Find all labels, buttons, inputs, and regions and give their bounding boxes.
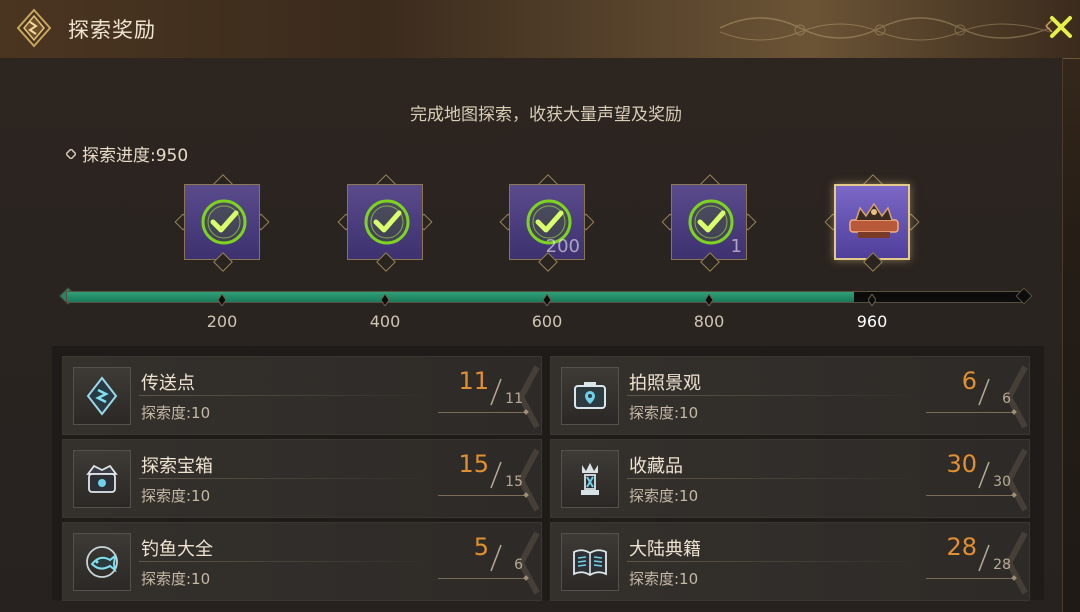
category-current-count: 15 bbox=[458, 450, 489, 478]
progress-tick-label: 800 bbox=[693, 312, 725, 331]
progress-tick-label: 600 bbox=[531, 312, 563, 331]
progress-tick-label: 400 bbox=[369, 312, 401, 331]
category-current-count: 11 bbox=[458, 367, 489, 395]
milestone-reward-400[interactable] bbox=[337, 174, 433, 272]
slash-divider bbox=[978, 378, 990, 406]
camera-location-icon bbox=[561, 367, 619, 425]
progress-bar-fill bbox=[67, 292, 855, 302]
reward-quantity: 1 bbox=[730, 236, 742, 257]
progress-text: 探索进度:950 bbox=[82, 146, 189, 166]
open-book-icon bbox=[561, 533, 619, 591]
progress-tick bbox=[704, 291, 714, 307]
category-card[interactable]: 探索宝箱 探索度:10 15 15 bbox=[62, 439, 542, 518]
progress-tick-label: 960 bbox=[856, 312, 888, 331]
divider bbox=[627, 478, 927, 479]
progress-tick bbox=[217, 291, 227, 307]
divider bbox=[139, 478, 439, 479]
category-card[interactable]: 钓鱼大全 探索度:10 5 6 bbox=[62, 522, 542, 601]
slash-divider bbox=[490, 461, 502, 489]
divider bbox=[139, 395, 439, 396]
category-exploration-value: 探索度:10 bbox=[629, 404, 699, 422]
category-name: 探索宝箱 bbox=[141, 456, 213, 477]
card-ornament bbox=[517, 365, 540, 429]
slash-divider bbox=[978, 544, 990, 572]
category-current-count: 30 bbox=[946, 450, 977, 478]
category-card[interactable]: 拍照景观 探索度:10 6 6 bbox=[550, 356, 1030, 435]
treasure-chest-icon bbox=[73, 450, 131, 508]
divider bbox=[139, 561, 439, 562]
card-ornament bbox=[517, 448, 540, 512]
category-exploration-value: 探索度:10 bbox=[141, 570, 211, 588]
frame-decoration-icon bbox=[849, 202, 899, 238]
progress-tick bbox=[867, 291, 877, 307]
card-ornament bbox=[517, 531, 540, 595]
progress-tick bbox=[380, 291, 390, 307]
slash-divider bbox=[978, 461, 990, 489]
window-title: 探索奖励 bbox=[68, 18, 156, 42]
category-exploration-value: 探索度:10 bbox=[629, 570, 699, 588]
milestone-reward-600[interactable]: 200 bbox=[499, 174, 595, 272]
slash-divider bbox=[490, 544, 502, 572]
divider bbox=[627, 561, 927, 562]
title-bar: 探索奖励 bbox=[0, 0, 1080, 59]
claimed-check-icon bbox=[688, 199, 734, 245]
claimed-check-icon bbox=[364, 199, 410, 245]
category-exploration-value: 探索度:10 bbox=[141, 404, 211, 422]
category-card[interactable]: 传送点 探索度:10 11 11 bbox=[62, 356, 542, 435]
category-exploration-value: 探索度:10 bbox=[629, 487, 699, 505]
category-current-count: 5 bbox=[473, 533, 489, 561]
category-current-count: 28 bbox=[946, 533, 977, 561]
category-exploration-value: 探索度:10 bbox=[141, 487, 211, 505]
progress-tick bbox=[542, 291, 552, 307]
category-current-count: 6 bbox=[961, 367, 977, 395]
category-name: 收藏品 bbox=[629, 456, 683, 477]
reward-quantity: 200 bbox=[545, 236, 580, 257]
subtitle: 完成地图探索，收获大量声望及奖励 bbox=[410, 105, 682, 125]
category-name: 钓鱼大全 bbox=[141, 539, 213, 560]
fish-icon bbox=[73, 533, 131, 591]
category-name: 大陆典籍 bbox=[629, 539, 701, 560]
milestone-reward-960[interactable] bbox=[824, 174, 920, 272]
progress-tick-label: 200 bbox=[206, 312, 238, 331]
exploration-progress-label: 探索进度:950 bbox=[66, 141, 188, 166]
category-card[interactable]: 大陆典籍 探索度:10 28 28 bbox=[550, 522, 1030, 601]
category-name: 拍照景观 bbox=[629, 373, 701, 394]
category-name: 传送点 bbox=[141, 373, 195, 394]
diamond-emblem-icon bbox=[16, 8, 52, 48]
collectible-statue-icon bbox=[561, 450, 619, 508]
claimed-check-icon bbox=[201, 199, 247, 245]
title-ornament bbox=[720, 17, 1050, 41]
slash-divider bbox=[490, 378, 502, 406]
category-card[interactable]: 收藏品 探索度:10 30 30 bbox=[550, 439, 1030, 518]
card-ornament bbox=[1005, 448, 1028, 512]
card-ornament bbox=[1005, 531, 1028, 595]
card-ornament bbox=[1005, 365, 1028, 429]
close-icon[interactable] bbox=[1040, 6, 1080, 46]
divider bbox=[627, 395, 927, 396]
milestone-reward-200[interactable] bbox=[174, 174, 270, 272]
milestone-reward-800[interactable]: 1 bbox=[661, 174, 757, 272]
teleport-crystal-icon bbox=[73, 367, 131, 425]
diamond-bullet-icon bbox=[66, 148, 76, 159]
